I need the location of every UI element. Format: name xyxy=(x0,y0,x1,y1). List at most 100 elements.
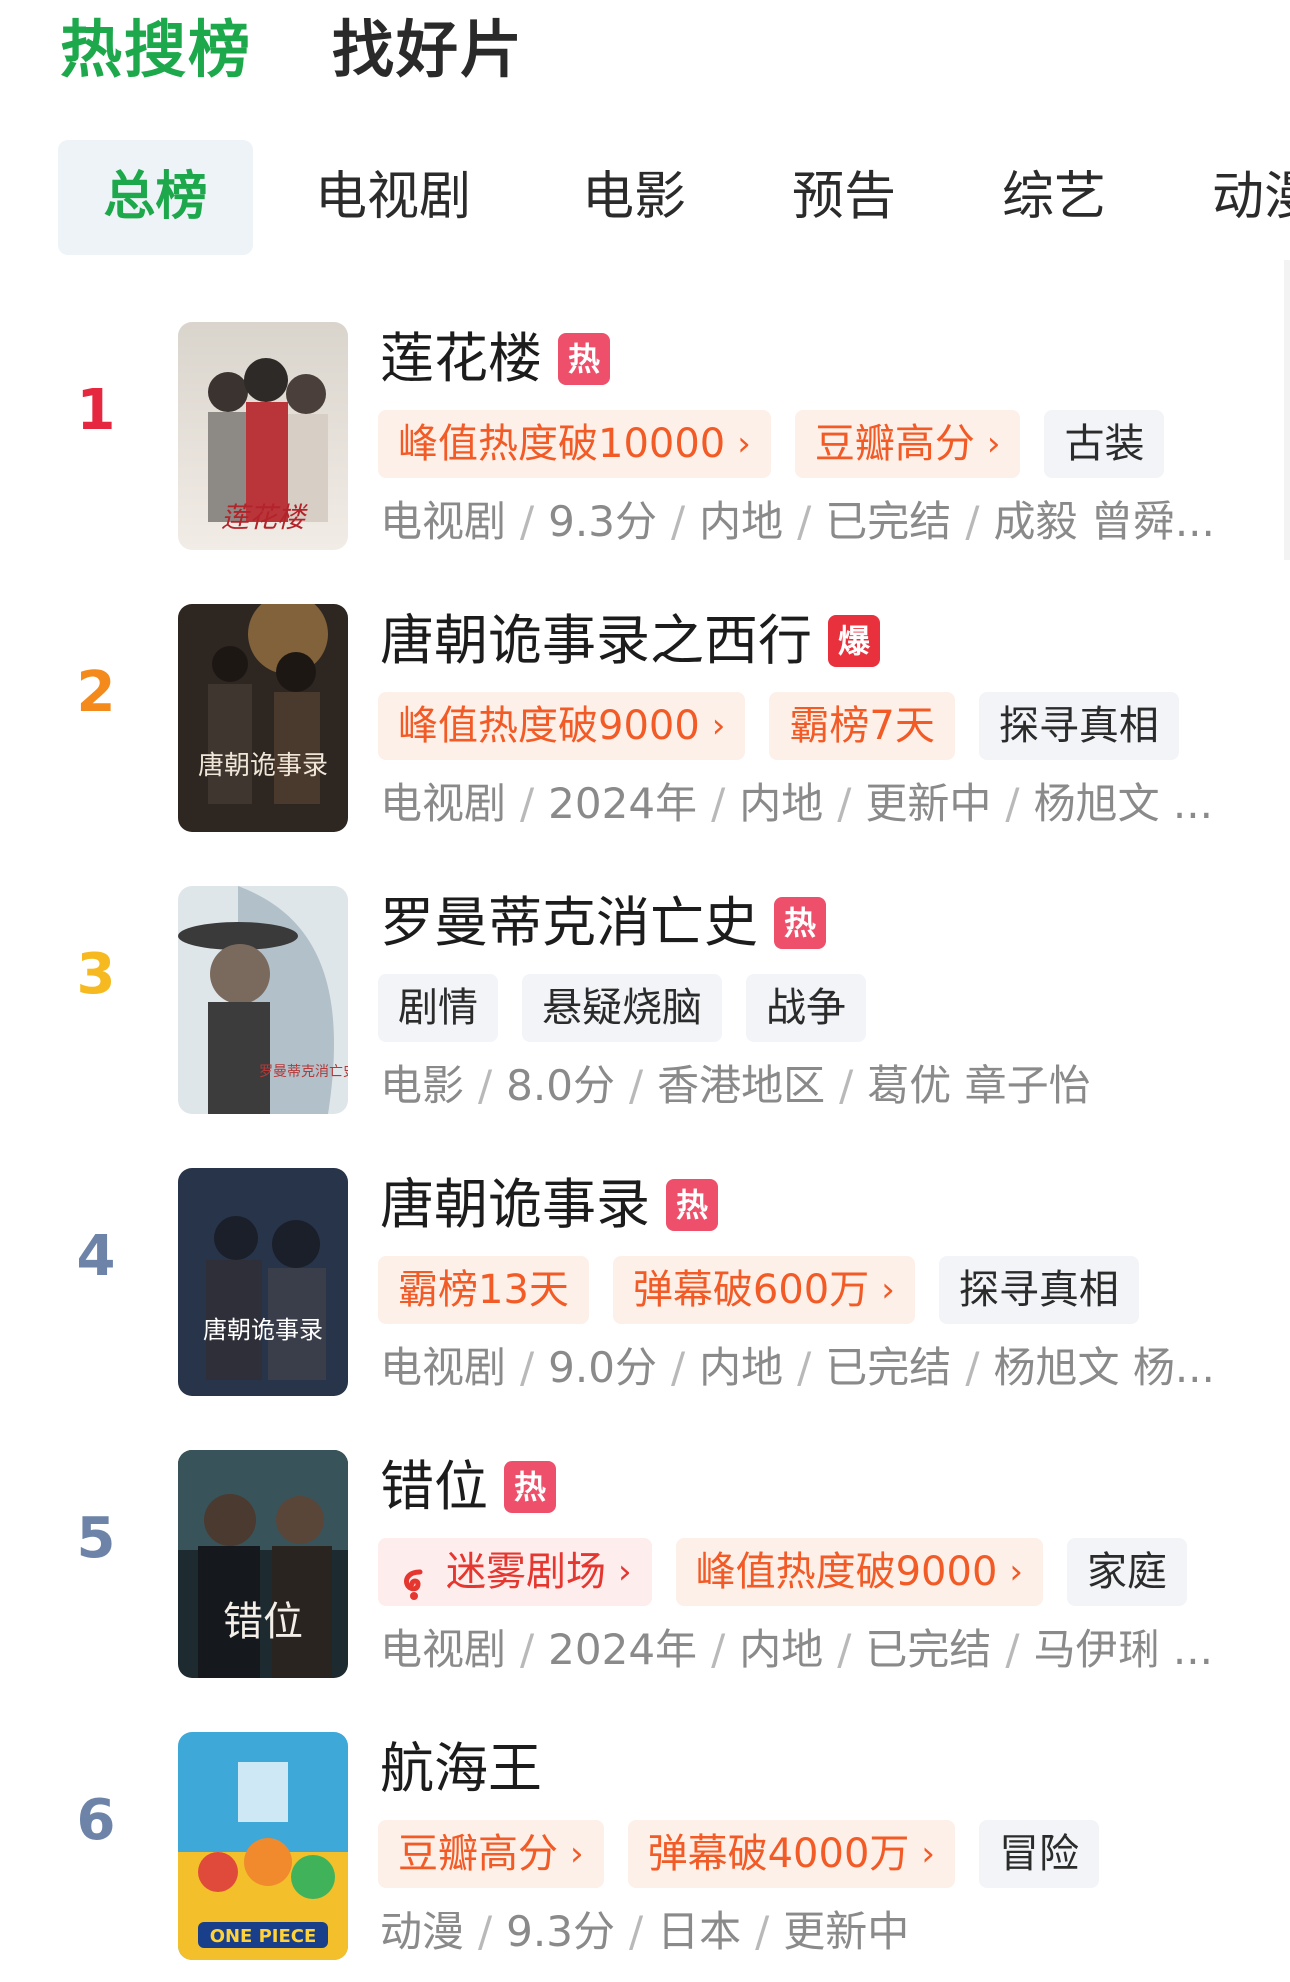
tag-label: 探寻真相 xyxy=(938,1256,1139,1324)
tag-text: 峰值热度破9000 xyxy=(695,1549,998,1595)
tab-variety[interactable]: 综艺 xyxy=(1002,140,1106,255)
top-tab-bar: 热搜榜 找好片 xyxy=(0,0,1290,110)
svg-text:ONE PIECE: ONE PIECE xyxy=(210,1926,317,1947)
tag-text: 冒险 xyxy=(999,1831,1080,1877)
show-title[interactable]: 莲花楼 xyxy=(380,326,542,392)
tag-link[interactable]: 弹幕破600万 › xyxy=(612,1256,915,1324)
meta-separator: / xyxy=(520,779,535,828)
tag-label: 悬疑烧脑 xyxy=(522,974,722,1042)
tag-text: 霸榜13天 xyxy=(398,1267,569,1313)
meta-field: 已完结 xyxy=(865,1625,992,1674)
ranking-row[interactable]: 6 ONE PIECE 航海王 豆瓣高分 › 弹幕破4000万 › 冒险 动漫 / 9.3分 / 日本 /… xyxy=(0,1710,1290,1982)
meta-separator: / xyxy=(670,1343,686,1392)
meta-info: 动漫 / 9.3分 / 日本 / 更新中 xyxy=(380,1902,1230,1962)
chevron-right-icon: › xyxy=(881,1270,895,1310)
tag-row: 迷雾剧场 › 峰值热度破9000 › 家庭 xyxy=(378,1538,1211,1606)
title-line: 唐朝诡事录之西行爆 xyxy=(380,608,880,674)
tab-movies[interactable]: 电影 xyxy=(582,140,686,255)
meta-separator: / xyxy=(628,1907,644,1956)
tag-link[interactable]: 豆瓣高分 › xyxy=(378,1820,604,1888)
meta-field: 内地 xyxy=(739,779,824,828)
rank-number: 3 xyxy=(76,942,116,1007)
show-title[interactable]: 唐朝诡事录 xyxy=(380,1172,650,1238)
meta-separator: / xyxy=(1005,779,1020,828)
tag-link[interactable]: 弹幕破4000万 › xyxy=(627,1820,956,1888)
meta-separator: / xyxy=(837,1625,852,1674)
tag-link[interactable]: 峰值热度破10000 › xyxy=(378,410,771,478)
meta-field: 更新中 xyxy=(783,1907,910,1956)
tag-row: 豆瓣高分 › 弹幕破4000万 › 冒险 xyxy=(378,1820,1123,1888)
meta-separator: / xyxy=(670,497,686,546)
poster-thumbnail[interactable]: 错位 xyxy=(178,1450,348,1678)
title-line: 莲花楼热 xyxy=(380,326,610,392)
ranking-row[interactable]: 4 唐朝诡事录 唐朝诡事录热霸榜13天 弹幕破600万 › 探寻真相 电视剧/9.0分 / 内地… xyxy=(0,1146,1290,1428)
show-title[interactable]: 航海王 xyxy=(380,1736,542,1802)
tag-label: 战争 xyxy=(746,974,866,1042)
meta-field: 杨旭文 ... xyxy=(1033,779,1213,828)
meta-info: 电视剧 / 9.3分 / 内地 / 已完结 / 成毅 曾舜... xyxy=(380,492,1230,552)
meta-field: 电视剧 xyxy=(380,497,507,546)
tab-overall[interactable]: 总榜 xyxy=(58,140,253,255)
tag-label: 霸榜13天 xyxy=(378,1256,589,1324)
chevron-right-icon: › xyxy=(1009,1552,1024,1592)
tab-trailers[interactable]: 预告 xyxy=(792,140,896,255)
tab-find-good-films[interactable]: 找好片 xyxy=(332,10,524,90)
meta-separator: / xyxy=(628,1061,644,1110)
tag-text: 家庭 xyxy=(1087,1549,1168,1595)
meta-separator: / xyxy=(965,1343,980,1392)
tag-label: 冒险 xyxy=(979,1820,1100,1888)
tag-link[interactable]: 豆瓣高分 › xyxy=(794,410,1021,478)
meta-field: 电视剧 xyxy=(380,1625,507,1674)
chevron-right-icon: › xyxy=(711,706,726,746)
show-title[interactable]: 唐朝诡事录之西行 xyxy=(380,608,812,674)
poster-thumbnail[interactable]: 唐朝诡事录 xyxy=(178,604,348,832)
tag-text: 弹幕破4000万 xyxy=(647,1831,910,1877)
title-line: 航海王 xyxy=(380,1736,542,1802)
tag-text: 豆瓣高分 xyxy=(814,421,975,467)
tab-tv-series[interactable]: 电视剧 xyxy=(315,140,471,255)
meta-field: 香港地区 xyxy=(657,1061,826,1110)
meta-field: 已完结 xyxy=(825,1343,952,1392)
tag-link[interactable]: 迷雾剧场 › xyxy=(378,1538,652,1606)
meta-separator: / xyxy=(478,1061,493,1110)
svg-text:罗曼蒂克消亡史: 罗曼蒂克消亡史 xyxy=(259,1064,348,1080)
tag-row: 峰值热度破9000 › 霸榜7天 探寻真相 xyxy=(378,692,1203,760)
rank-number: 1 xyxy=(76,378,116,443)
tag-text: 弹幕破600万 xyxy=(632,1267,870,1313)
meta-field: 马伊琍 ... xyxy=(1033,1625,1213,1674)
poster-thumbnail[interactable]: 莲花楼 xyxy=(178,322,348,550)
svg-text:唐朝诡事录: 唐朝诡事录 xyxy=(198,751,328,781)
rank-number: 4 xyxy=(76,1224,116,1289)
poster-thumbnail[interactable]: 唐朝诡事录 xyxy=(178,1168,348,1396)
meta-field: 8.0分 xyxy=(506,1061,615,1110)
tag-link[interactable]: 峰值热度破9000 › xyxy=(675,1538,1044,1606)
meta-field: 9.3分 xyxy=(506,1907,615,1956)
ranking-row[interactable]: 5 错位 错位热迷雾剧场 › 峰值热度破9000 › 家庭 电视剧/2024年 / 内地 / 已完结 /… xyxy=(0,1428,1290,1710)
poster-thumbnail[interactable]: 罗曼蒂克消亡史 xyxy=(178,886,348,1114)
poster-thumbnail[interactable]: ONE PIECE xyxy=(178,1732,348,1960)
tag-row: 剧情 悬疑烧脑 战争 xyxy=(378,974,890,1042)
tag-text: 豆瓣高分 xyxy=(398,1831,558,1877)
show-title[interactable]: 罗曼蒂克消亡史 xyxy=(380,890,758,956)
meta-separator: / xyxy=(1005,1625,1020,1674)
meta-separator: / xyxy=(478,1907,493,1956)
chevron-right-icon: › xyxy=(618,1552,632,1592)
ranking-row[interactable]: 2 唐朝诡事录 唐朝诡事录之西行爆峰值热度破9000 › 霸榜7天 探寻真相 电视剧 / 202… xyxy=(0,582,1290,864)
tag-link[interactable]: 峰值热度破9000 › xyxy=(378,692,746,760)
rank-number: 5 xyxy=(76,1506,116,1571)
tag-text: 探寻真相 xyxy=(958,1267,1119,1313)
tag-label: 探寻真相 xyxy=(978,692,1179,760)
rank-number: 6 xyxy=(76,1788,116,1853)
tag-text: 峰值热度破9000 xyxy=(398,703,700,749)
tag-text: 霸榜7天 xyxy=(789,703,935,749)
svg-text:莲花楼: 莲花楼 xyxy=(221,501,308,534)
ranking-row[interactable]: 1 莲花楼 莲花楼热峰值热度破10000 › 豆瓣高分 › 古装 电视剧/9.3分 / 内地 / 已完… xyxy=(0,300,1290,582)
tab-hot-search[interactable]: 热搜榜 xyxy=(60,10,252,90)
meta-field: 内地 xyxy=(739,1625,824,1674)
meta-separator: / xyxy=(520,1343,535,1392)
tab-anime[interactable]: 动漫 xyxy=(1212,140,1290,255)
tag-text: 战争 xyxy=(766,985,846,1031)
show-title[interactable]: 错位 xyxy=(380,1454,488,1520)
tag-label: 剧情 xyxy=(378,974,498,1042)
ranking-row[interactable]: 3 罗曼蒂克消亡史 罗曼蒂克消亡史热剧情 悬疑烧脑 战争 电影/8.0分 / 香港地区 / 葛优 … xyxy=(0,864,1290,1146)
